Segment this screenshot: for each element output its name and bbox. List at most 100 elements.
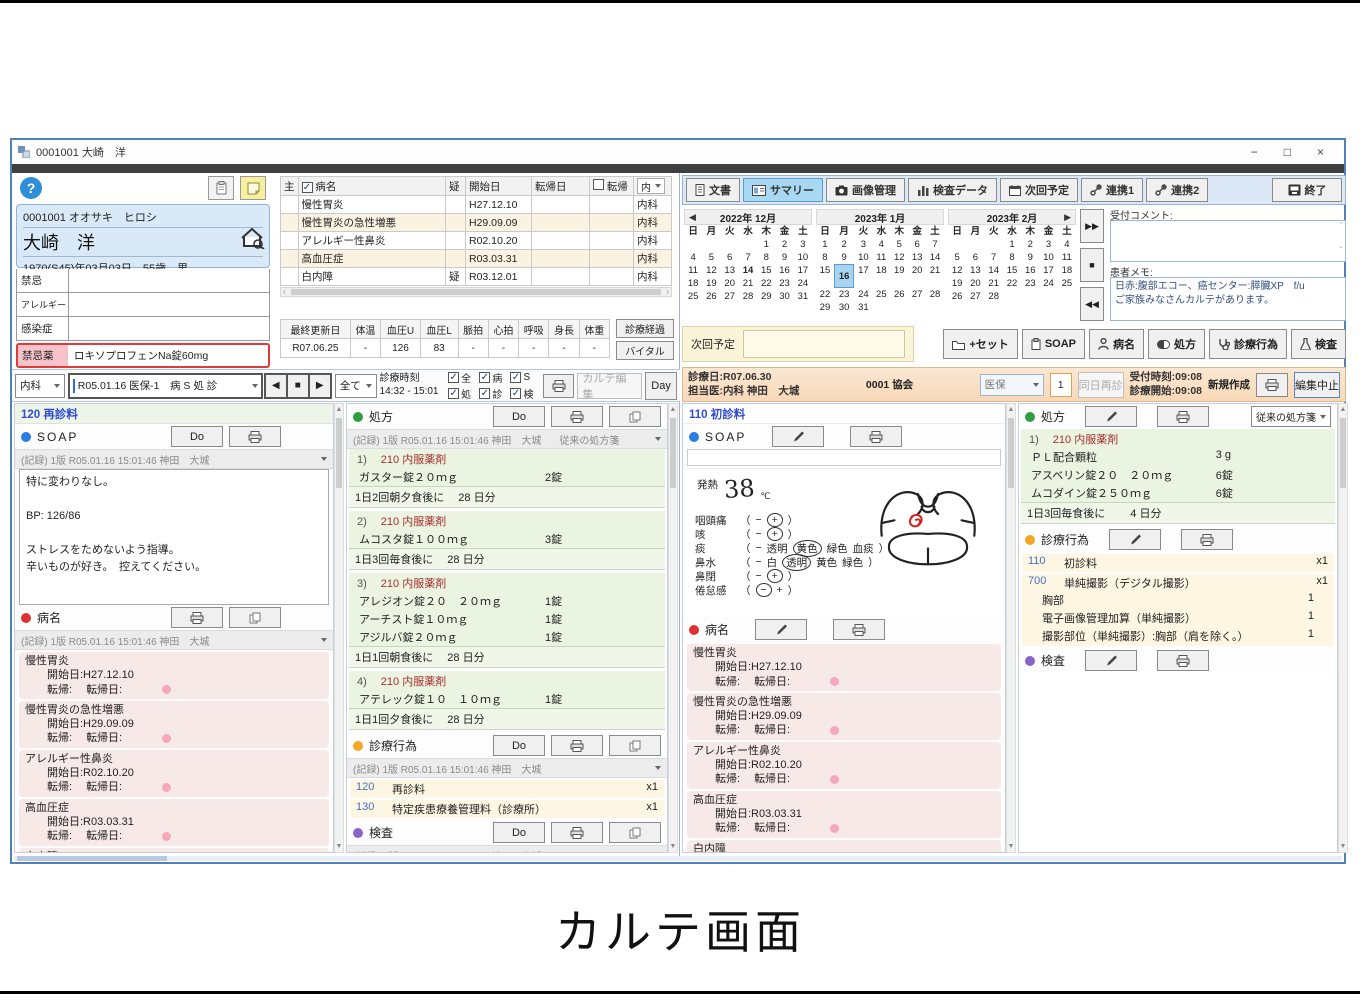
lab-data-button[interactable]: 検査データ bbox=[908, 178, 997, 202]
medical-acts-button[interactable]: 診療行為 bbox=[1209, 329, 1287, 359]
rewind-button[interactable]: ◀◀ bbox=[1080, 287, 1104, 321]
calendar-day[interactable]: 2 bbox=[1021, 238, 1039, 251]
calendar-day[interactable]: 21 bbox=[985, 277, 1003, 290]
calendar-day[interactable]: 5 bbox=[702, 251, 720, 264]
calendar-day[interactable]: 22 bbox=[757, 277, 775, 290]
calendar-day[interactable]: 11 bbox=[872, 251, 890, 264]
calendar-day[interactable]: 1 bbox=[1003, 238, 1021, 251]
calendar-day[interactable]: 10 bbox=[854, 251, 872, 264]
soap-button[interactable]: SOAP bbox=[1022, 329, 1085, 359]
diagnosis-card[interactable]: 慢性胃炎の急性増悪開始日:H29.09.09転帰:転帰日: bbox=[687, 693, 1001, 740]
contraindicated-drug-row[interactable]: 禁忌薬 ロキソプロフェンNa錠60mg bbox=[16, 343, 270, 368]
help-icon[interactable]: ? bbox=[20, 177, 42, 199]
calendar-day[interactable]: 6 bbox=[721, 251, 739, 264]
calendar-day[interactable]: 10 bbox=[1039, 251, 1057, 264]
maximize-button[interactable]: □ bbox=[1284, 145, 1291, 159]
calendar-day[interactable]: 31 bbox=[794, 290, 812, 303]
calendar-day[interactable]: 27 bbox=[721, 290, 739, 303]
calendar-day[interactable]: 8 bbox=[1003, 251, 1021, 264]
calendar-day[interactable]: 22 bbox=[816, 288, 834, 301]
rx-group[interactable]: 1)210 内服薬剤ＰＬ配合顆粒3 gアスベリン錠２０ ２０ｍｇ6錠ムコダイン錠… bbox=[1021, 429, 1335, 524]
print-button[interactable] bbox=[171, 607, 223, 628]
calendar-day[interactable]: 17 bbox=[854, 264, 872, 288]
scrollbar[interactable]: ▲▼ bbox=[1006, 403, 1016, 853]
calendar-day[interactable]: 2 bbox=[775, 238, 793, 251]
print-button[interactable] bbox=[229, 426, 281, 447]
insurance-select[interactable]: 医保 bbox=[980, 374, 1044, 396]
calendar-day[interactable]: 20 bbox=[908, 264, 926, 288]
print-button[interactable] bbox=[1181, 529, 1233, 550]
act-row[interactable]: 120再診料x1 bbox=[350, 780, 664, 798]
calendar-day[interactable]: 25 bbox=[872, 288, 890, 301]
calendar-day[interactable]: 16 bbox=[834, 264, 855, 288]
dept-filter-select[interactable]: 内 bbox=[637, 178, 665, 194]
filter-checkbox[interactable] bbox=[510, 388, 521, 399]
rx-group[interactable]: 1)210 内服薬剤ガスター錠２０ｍｇ2錠1日2回朝夕食後に 28 日分 bbox=[349, 449, 665, 508]
calendar-day[interactable]: 25 bbox=[684, 290, 702, 303]
diagnosis-card[interactable]: 白内障開始日:R03.12.01(疑い)転帰:転帰日: bbox=[19, 848, 329, 853]
calendar-day[interactable]: 9 bbox=[1021, 251, 1039, 264]
rx-type-select[interactable]: 従来の処方箋 bbox=[1251, 406, 1331, 427]
patient-memo-box[interactable]: 日赤:腹部エコー、癌センター:膵臓XP f/u ご家族みなさんカルテがあります。 bbox=[1110, 277, 1346, 321]
link1-button[interactable]: 連携1 bbox=[1081, 178, 1143, 202]
calendar-day[interactable]: 30 bbox=[834, 301, 855, 314]
print-button[interactable] bbox=[1157, 406, 1209, 427]
calendar-day[interactable]: 15 bbox=[757, 264, 775, 277]
documents-button[interactable]: 文書 bbox=[686, 178, 740, 202]
close-button[interactable]: × bbox=[1317, 145, 1324, 159]
calendar-day[interactable]: 19 bbox=[948, 277, 966, 290]
vitals-button[interactable]: バイタル bbox=[616, 341, 674, 360]
calendar-day[interactable]: 3 bbox=[794, 238, 812, 251]
calendar-day[interactable]: 7 bbox=[926, 238, 944, 251]
filter-checkbox[interactable] bbox=[479, 388, 490, 399]
calendar-day[interactable]: 31 bbox=[854, 301, 872, 314]
do-button[interactable]: Do bbox=[171, 426, 223, 447]
calendar-day[interactable]: 27 bbox=[966, 290, 984, 303]
calendar-day[interactable]: 13 bbox=[908, 251, 926, 264]
calendar-day[interactable]: 12 bbox=[702, 264, 720, 277]
print-button[interactable] bbox=[551, 406, 603, 427]
edit-button[interactable] bbox=[1085, 406, 1137, 427]
calendar-day[interactable]: 29 bbox=[757, 290, 775, 303]
edit-button[interactable] bbox=[1109, 529, 1161, 550]
add-set-button[interactable]: +セット bbox=[943, 329, 1017, 359]
calendar-day[interactable]: 3 bbox=[854, 238, 872, 251]
window-hscrollbar[interactable] bbox=[14, 856, 1342, 861]
summary-button[interactable]: サマリー bbox=[743, 178, 823, 202]
calendar-day[interactable]: 16 bbox=[1021, 264, 1039, 277]
print-button[interactable] bbox=[543, 374, 575, 398]
calendar-day[interactable]: 15 bbox=[816, 264, 834, 288]
rx-group[interactable]: 2)210 内服薬剤ムコスタ錠１００ｍｇ3錠1日3回毎食後に 28 日分 bbox=[349, 511, 665, 570]
schema-drawing[interactable]: 発熱 38 ℃ 咽頭痛（−+）咳（−+）痰（−透明黄色緑色血痰）鼻水（−白透明黄… bbox=[687, 468, 1001, 615]
allergy-row[interactable]: アレルギー bbox=[16, 293, 270, 317]
diagnosis-card[interactable]: 高血圧症開始日:R03.03.31転帰:転帰日: bbox=[687, 791, 1001, 838]
infection-row[interactable]: 感染症 bbox=[16, 317, 270, 341]
do-button[interactable]: Do bbox=[493, 822, 545, 843]
progress-button[interactable]: 診療経過 bbox=[616, 319, 674, 338]
new-create-label[interactable]: 新規作成 bbox=[1208, 377, 1250, 392]
calendar-day[interactable]: 13 bbox=[966, 264, 984, 277]
diagnosis-card[interactable]: アレルギー性鼻炎開始日:R02.10.20転帰:転帰日: bbox=[687, 742, 1001, 789]
next-visit-button[interactable]: ▶ bbox=[308, 373, 332, 399]
calendar-day[interactable]: 24 bbox=[794, 277, 812, 290]
calendar-day[interactable]: 22 bbox=[1003, 277, 1021, 290]
calendar-day[interactable]: 18 bbox=[872, 264, 890, 288]
calendar-day[interactable]: 17 bbox=[1039, 264, 1057, 277]
soap-text[interactable]: 特に変わりなし。 BP: 126/86 ストレスをためないよう指導。 辛いものが… bbox=[19, 469, 329, 605]
calendar-day[interactable]: 20 bbox=[721, 277, 739, 290]
link2-button[interactable]: 連携2 bbox=[1146, 178, 1208, 202]
calendar-day[interactable]: 23 bbox=[1021, 277, 1039, 290]
filter-checkbox[interactable] bbox=[448, 372, 459, 383]
home-visit-icon[interactable] bbox=[239, 227, 265, 249]
disease-hscrollbar[interactable]: ‹› bbox=[280, 287, 672, 297]
calendar-day[interactable]: 8 bbox=[816, 251, 834, 264]
calendar-day[interactable]: 9 bbox=[775, 251, 793, 264]
diagnosis-card[interactable]: 慢性胃炎の急性増悪開始日:H29.09.09転帰:転帰日: bbox=[19, 701, 329, 748]
calendar-day[interactable]: 24 bbox=[1039, 277, 1057, 290]
rx-group[interactable]: 4)210 内服薬剤アテレック錠１０ １０ｍｇ1錠1日1回夕食後に 28 日分 bbox=[349, 671, 665, 730]
disease-row[interactable]: 慢性胃炎H27.12.10内科 bbox=[281, 196, 672, 214]
filter-checkbox[interactable] bbox=[510, 372, 521, 383]
calendar-day[interactable]: 21 bbox=[739, 277, 757, 290]
diagnosis-card[interactable]: 白内障開始日:R03.12.01(疑い)転帰:転帰日: bbox=[687, 840, 1001, 853]
calendar-day[interactable]: 4 bbox=[872, 238, 890, 251]
